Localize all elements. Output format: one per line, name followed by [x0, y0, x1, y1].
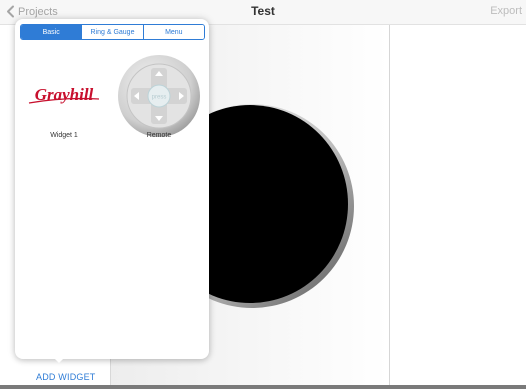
tab-ring-gauge[interactable]: Ring & Gauge [81, 25, 143, 39]
divider [0, 385, 526, 389]
svg-text:press: press [152, 95, 167, 101]
properties-pane [390, 25, 526, 386]
remote-dpad-icon: press [118, 55, 200, 137]
popover-arrow [52, 356, 66, 363]
knob-widget[interactable] [200, 103, 354, 309]
widget-category-tabs: Basic Ring & Gauge Menu [20, 24, 205, 40]
widget-tile-remote[interactable]: press [114, 51, 204, 141]
tab-menu[interactable]: Menu [142, 25, 204, 39]
svg-text:Grayhill: Grayhill [35, 85, 94, 104]
page-title: Test [251, 4, 275, 18]
widget-label-1: Widget 1 [50, 132, 78, 139]
grayhill-logo-icon: Grayhill [28, 85, 100, 104]
widget-tile-grayhill[interactable]: Grayhill [19, 51, 109, 141]
export-button[interactable]: Export [490, 5, 522, 17]
add-widget-button[interactable]: ADD WIDGET [36, 372, 96, 382]
widget-picker-popover: Basic Ring & Gauge Menu Grayhill Widget … [15, 19, 209, 359]
widget-label-remote: Remote [146, 132, 172, 139]
tab-basic[interactable]: Basic [21, 25, 82, 39]
